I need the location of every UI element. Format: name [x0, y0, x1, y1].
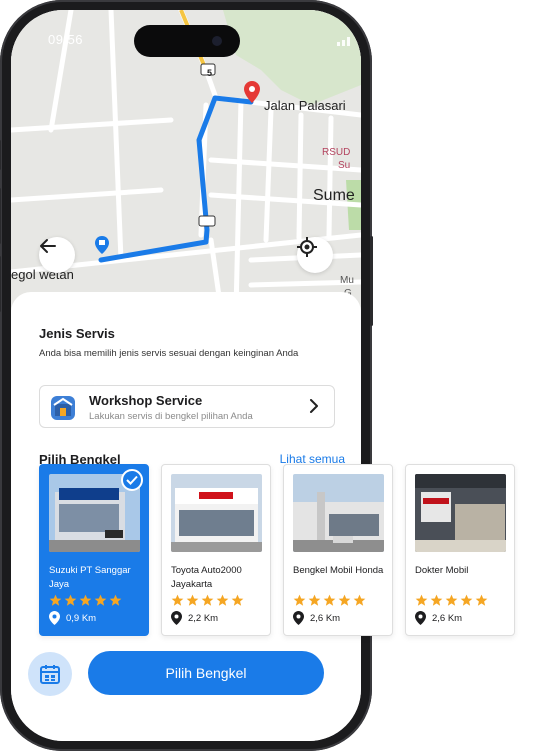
star-icon: [415, 594, 428, 606]
star-icon: [430, 594, 443, 606]
crosshair-icon: [297, 237, 317, 257]
hospital-label-2: Su: [338, 160, 351, 171]
star-icon: [475, 594, 488, 606]
back-button[interactable]: [39, 237, 75, 273]
workshop-name: Bengkel Mobil Honda: [293, 565, 384, 576]
distance-text: 2,6 Km: [310, 612, 341, 624]
star-icon: [171, 594, 184, 606]
star-icon: [308, 594, 321, 606]
edge-label-1: Mu: [340, 275, 354, 286]
map-pin-icon: [244, 81, 260, 103]
status-time: 09.56: [48, 32, 84, 47]
workshop-distance: 0,9 Km: [49, 611, 96, 625]
star-icon: [353, 594, 366, 606]
calendar-icon: [40, 665, 60, 684]
workshop-card[interactable]: Toyota Auto2000 Jayakarta 2,2 Km: [161, 464, 271, 636]
chevron-right-icon: [310, 399, 318, 413]
workshop-icon: [51, 396, 75, 420]
star-icon: [49, 594, 62, 606]
signal-icon: [337, 35, 361, 46]
service-description: Anda bisa memilih jenis servis sesuai de…: [39, 348, 299, 359]
location-pin-icon: [171, 611, 182, 625]
workshop-photo: [171, 474, 262, 552]
star-icon: [338, 594, 351, 606]
star-icon: [64, 594, 77, 606]
rating-stars: [293, 594, 366, 608]
rating-stars: [415, 594, 488, 608]
location-pin-icon: [415, 611, 426, 625]
star-icon: [79, 594, 92, 606]
arrow-left-icon: [40, 239, 56, 253]
street-label: Jalan Palasari: [264, 98, 346, 113]
distance-text: 2,2 Km: [188, 612, 219, 624]
phone-frame: 09.56 5 Jalan Palasari RSUD Su Sume egol…: [0, 0, 373, 751]
star-icon: [460, 594, 473, 606]
workshop-card[interactable]: Dokter Mobil 2,6 Km: [405, 464, 515, 636]
map-marker-icon: [95, 236, 109, 254]
star-icon: [323, 594, 336, 606]
workshop-card[interactable]: Bengkel Mobil Honda 2,6 Km: [283, 464, 393, 636]
workshop-distance: 2,6 Km: [415, 611, 462, 625]
location-pin-icon: [293, 611, 304, 625]
calendar-button[interactable]: [28, 652, 72, 696]
service-subtitle: Lakukan servis di bengkel pilihan Anda: [89, 411, 253, 422]
star-icon: [109, 594, 122, 606]
service-section-title: Jenis Servis: [39, 326, 115, 341]
select-workshop-button[interactable]: Pilih Bengkel: [88, 651, 324, 695]
workshop-name: Suzuki PT Sanggar Jaya: [49, 565, 131, 590]
volume-down-button: [0, 256, 1, 312]
star-icon: [231, 594, 244, 606]
locate-button[interactable]: [297, 237, 333, 273]
distance-text: 2,6 Km: [432, 612, 463, 624]
workshop-card[interactable]: Suzuki PT Sanggar Jaya 0,9 Km: [39, 464, 149, 636]
star-icon: [293, 594, 306, 606]
service-selector[interactable]: Workshop Service Lakukan servis di bengk…: [39, 385, 335, 428]
hospital-label: RSUD: [322, 147, 351, 158]
mute-switch: [0, 140, 1, 170]
location-pin-icon: [49, 611, 60, 625]
power-button: [370, 236, 373, 326]
workshop-name: Dokter Mobil: [415, 565, 469, 576]
star-icon: [445, 594, 458, 606]
distance-text: 0,9 Km: [66, 612, 97, 624]
dynamic-island: [134, 25, 240, 57]
star-icon: [94, 594, 107, 606]
star-icon: [186, 594, 199, 606]
rating-stars: [49, 594, 122, 608]
stage: 09.56 5 Jalan Palasari RSUD Su Sume egol…: [0, 0, 537, 751]
road-number-label: 5: [207, 68, 213, 78]
star-icon: [201, 594, 214, 606]
volume-up-button: [0, 188, 1, 244]
service-title: Workshop Service: [89, 393, 203, 408]
map-view[interactable]: 09.56 5 Jalan Palasari RSUD Su Sume egol…: [11, 10, 361, 310]
workshop-name: Toyota Auto2000 Jayakarta: [171, 565, 242, 590]
workshop-distance: 2,6 Km: [293, 611, 340, 625]
selected-check-icon: [121, 469, 143, 491]
workshop-photo: [293, 474, 384, 552]
area-label: Sume: [313, 187, 355, 204]
workshop-photo: [415, 474, 506, 552]
rating-stars: [171, 594, 244, 608]
workshop-distance: 2,2 Km: [171, 611, 218, 625]
star-icon: [216, 594, 229, 606]
